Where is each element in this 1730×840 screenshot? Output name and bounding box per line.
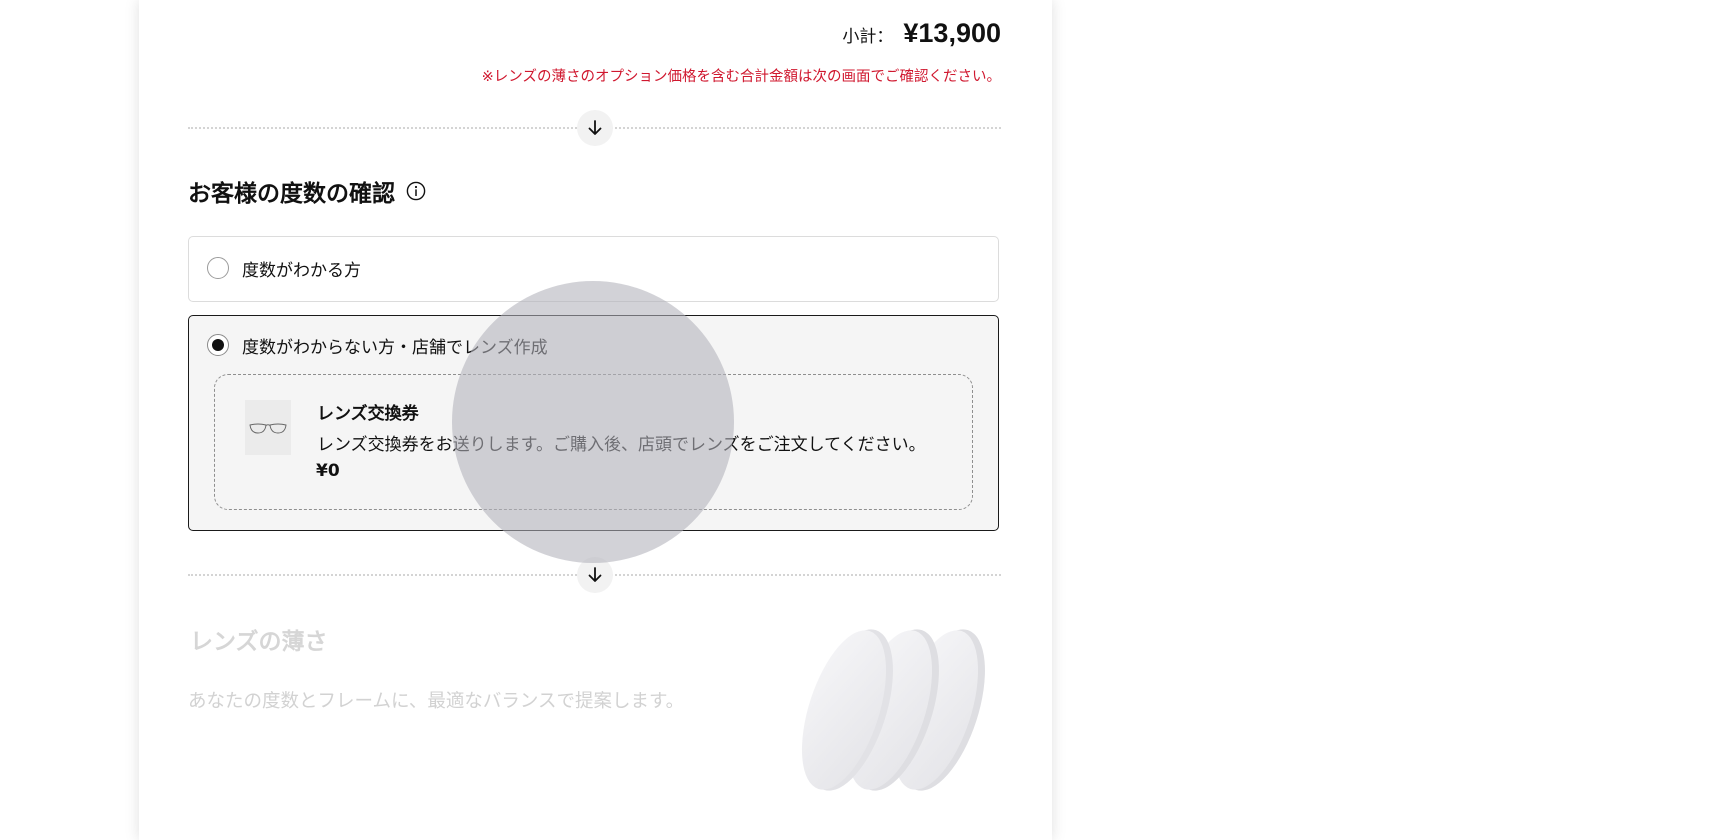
option-label: 度数がわからない方・店舗でレンズ作成 (242, 337, 548, 358)
section-title: お客様の度数の確認 (188, 181, 395, 207)
subtotal: 小計： ¥13,900 (842, 18, 1001, 49)
voucher-description: レンズ交換券をお送りします。ご購入後、店頭でレンズをご注文してください。 (317, 435, 926, 455)
info-icon[interactable] (406, 181, 426, 201)
lens-thickness-title: レンズの薄さ (190, 629, 328, 655)
lenses-illustration (784, 628, 1004, 798)
arrow-down-icon (577, 557, 613, 593)
lens-selection-panel: 小計： ¥13,900 ※レンズの薄さのオプション価格を含む合計金額は次の画面で… (139, 0, 1052, 840)
radio-button[interactable] (207, 257, 229, 279)
glasses-icon (245, 400, 291, 455)
subtotal-label: 小計： (842, 27, 894, 47)
option-price-note: ※レンズの薄さのオプション価格を含む合計金額は次の画面でご確認ください。 (481, 69, 1001, 85)
voucher-title: レンズ交換券 (317, 404, 419, 424)
subtotal-value: ¥13,900 (903, 18, 1001, 48)
prescription-known-option[interactable]: 度数がわかる方 (188, 236, 999, 302)
lens-voucher-card: レンズ交換券 レンズ交換券をお送りします。ご購入後、店頭でレンズをご注文してくだ… (214, 374, 973, 510)
voucher-price: ¥0 (316, 461, 340, 481)
page: 小計： ¥13,900 ※レンズの薄さのオプション価格を含む合計金額は次の画面で… (0, 0, 1730, 840)
arrow-down-icon (577, 110, 613, 146)
prescription-section-header: お客様の度数の確認 (188, 174, 426, 208)
radio-dot (212, 339, 224, 351)
lens-thickness-description: あなたの度数とフレームに、最適なバランスで提案します。 (188, 691, 685, 712)
option-label: 度数がわかる方 (242, 260, 361, 281)
radio-button-checked[interactable] (207, 334, 229, 356)
prescription-unknown-option[interactable]: 度数がわからない方・店舗でレンズ作成 レンズ交換券 レンズ交換券をお送りします。… (188, 315, 999, 531)
